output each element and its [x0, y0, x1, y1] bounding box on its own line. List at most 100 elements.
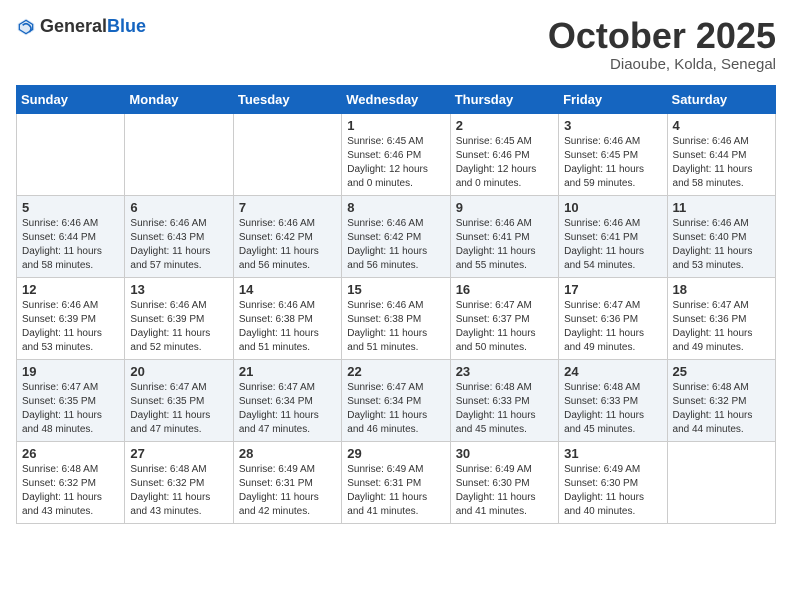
day-info: Sunrise: 6:46 AM Sunset: 6:42 PM Dayligh… [239, 217, 336, 273]
calendar-table: SundayMondayTuesdayWednesdayThursdayFrid… [16, 85, 776, 524]
day-info: Sunrise: 6:46 AM Sunset: 6:38 PM Dayligh… [239, 299, 336, 355]
calendar-cell: 25Sunrise: 6:48 AM Sunset: 6:32 PM Dayli… [667, 359, 775, 441]
day-info: Sunrise: 6:46 AM Sunset: 6:39 PM Dayligh… [22, 299, 119, 355]
calendar-cell: 18 Sunrise: 6:47 AM Sunset: 6:36 PM Dayli… [667, 277, 775, 359]
day-info: Sunrise: 6:49 AM Sunset: 6:31 PM Dayligh… [347, 463, 444, 519]
logo-blue: Blue [107, 16, 146, 36]
logo-general: General [40, 16, 107, 36]
day-info: Sunrise: 6:46 AM Sunset: 6:39 PM Dayligh… [130, 299, 227, 355]
calendar-cell: 27Sunrise: 6:48 AM Sunset: 6:32 PM Dayli… [125, 441, 233, 523]
calendar-cell: 4 Sunrise: 6:46 AM Sunset: 6:44 PM Daylig… [667, 113, 775, 195]
calendar-cell: 23 Sunrise: 6:48 AM Sunset: 6:33 PM Dayli… [450, 359, 558, 441]
day-number: 23 [456, 364, 553, 379]
day-number: 17 [564, 282, 661, 297]
day-number: 10 [564, 200, 661, 215]
day-number: 18 [673, 282, 770, 297]
day-number: 14 [239, 282, 336, 297]
day-info: Sunrise: 6:46 AM Sunset: 6:44 PM Dayligh… [22, 217, 119, 273]
calendar-cell: 13 Sunrise: 6:46 AM Sunset: 6:39 PM Dayli… [125, 277, 233, 359]
day-info: Sunrise: 6:46 AM Sunset: 6:41 PM Dayligh… [564, 217, 661, 273]
calendar-cell: 28 Sunrise: 6:49 AM Sunset: 6:31 PM Dayli… [233, 441, 341, 523]
logo-text: GeneralBlue [40, 16, 146, 37]
calendar-cell: 11 Sunrise: 6:46 AM Sunset: 6:40 PM Dayli… [667, 195, 775, 277]
weekday-header-monday: Monday [125, 85, 233, 113]
calendar-week-1: 1Sunrise: 6:45 AM Sunset: 6:46 PM Daylig… [17, 113, 776, 195]
calendar-cell: 6 Sunrise: 6:46 AM Sunset: 6:43 PM Daylig… [125, 195, 233, 277]
day-info: Sunrise: 6:47 AM Sunset: 6:37 PM Dayligh… [456, 299, 553, 355]
day-number: 21 [239, 364, 336, 379]
day-number: 30 [456, 446, 553, 461]
day-info: Sunrise: 6:45 AM Sunset: 6:46 PM Dayligh… [456, 135, 553, 191]
day-info: Sunrise: 6:46 AM Sunset: 6:44 PM Dayligh… [673, 135, 770, 191]
calendar-cell: 22Sunrise: 6:47 AM Sunset: 6:34 PM Dayli… [342, 359, 450, 441]
day-info: Sunrise: 6:48 AM Sunset: 6:33 PM Dayligh… [564, 381, 661, 437]
weekday-header-sunday: Sunday [17, 85, 125, 113]
calendar-cell: 14 Sunrise: 6:46 AM Sunset: 6:38 PM Dayli… [233, 277, 341, 359]
weekday-header-saturday: Saturday [667, 85, 775, 113]
day-info: Sunrise: 6:47 AM Sunset: 6:34 PM Dayligh… [347, 381, 444, 437]
day-info: Sunrise: 6:46 AM Sunset: 6:38 PM Dayligh… [347, 299, 444, 355]
day-number: 4 [673, 118, 770, 133]
calendar-cell: 26 Sunrise: 6:48 AM Sunset: 6:32 PM Dayli… [17, 441, 125, 523]
day-number: 26 [22, 446, 119, 461]
day-number: 27 [130, 446, 227, 461]
calendar-cell: 15 Sunrise: 6:46 AM Sunset: 6:38 PM Dayli… [342, 277, 450, 359]
day-number: 11 [673, 200, 770, 215]
title-block: October 2025 Diaoube, Kolda, Senegal [548, 16, 776, 73]
location: Diaoube, Kolda, Senegal [548, 56, 776, 73]
calendar-cell [233, 113, 341, 195]
calendar-week-3: 12 Sunrise: 6:46 AM Sunset: 6:39 PM Dayli… [17, 277, 776, 359]
day-info: Sunrise: 6:47 AM Sunset: 6:34 PM Dayligh… [239, 381, 336, 437]
day-info: Sunrise: 6:49 AM Sunset: 6:31 PM Dayligh… [239, 463, 336, 519]
calendar-cell: 5 Sunrise: 6:46 AM Sunset: 6:44 PM Daylig… [17, 195, 125, 277]
calendar-week-4: 19 Sunrise: 6:47 AM Sunset: 6:35 PM Dayli… [17, 359, 776, 441]
day-info: Sunrise: 6:46 AM Sunset: 6:40 PM Dayligh… [673, 217, 770, 273]
calendar-week-2: 5 Sunrise: 6:46 AM Sunset: 6:44 PM Daylig… [17, 195, 776, 277]
calendar-cell [667, 441, 775, 523]
day-number: 15 [347, 282, 444, 297]
day-info: Sunrise: 6:49 AM Sunset: 6:30 PM Dayligh… [456, 463, 553, 519]
day-info: Sunrise: 6:46 AM Sunset: 6:45 PM Dayligh… [564, 135, 661, 191]
day-number: 13 [130, 282, 227, 297]
logo-icon [16, 17, 36, 37]
day-number: 5 [22, 200, 119, 215]
weekday-header-row: SundayMondayTuesdayWednesdayThursdayFrid… [17, 85, 776, 113]
calendar-cell: 9 Sunrise: 6:46 AM Sunset: 6:41 PM Daylig… [450, 195, 558, 277]
day-number: 6 [130, 200, 227, 215]
day-number: 25 [673, 364, 770, 379]
day-info: Sunrise: 6:46 AM Sunset: 6:43 PM Dayligh… [130, 217, 227, 273]
calendar-cell: 20Sunrise: 6:47 AM Sunset: 6:35 PM Dayli… [125, 359, 233, 441]
weekday-header-wednesday: Wednesday [342, 85, 450, 113]
day-info: Sunrise: 6:46 AM Sunset: 6:42 PM Dayligh… [347, 217, 444, 273]
day-info: Sunrise: 6:48 AM Sunset: 6:32 PM Dayligh… [22, 463, 119, 519]
day-number: 28 [239, 446, 336, 461]
calendar-cell: 3 Sunrise: 6:46 AM Sunset: 6:45 PM Daylig… [559, 113, 667, 195]
calendar-cell: 7Sunrise: 6:46 AM Sunset: 6:42 PM Daylig… [233, 195, 341, 277]
calendar-cell [125, 113, 233, 195]
day-number: 3 [564, 118, 661, 133]
page-header: GeneralBlue October 2025 Diaoube, Kolda,… [16, 16, 776, 73]
day-info: Sunrise: 6:48 AM Sunset: 6:33 PM Dayligh… [456, 381, 553, 437]
day-info: Sunrise: 6:46 AM Sunset: 6:41 PM Dayligh… [456, 217, 553, 273]
calendar-cell: 31Sunrise: 6:49 AM Sunset: 6:30 PM Dayli… [559, 441, 667, 523]
calendar-cell [17, 113, 125, 195]
calendar-cell: 30 Sunrise: 6:49 AM Sunset: 6:30 PM Dayli… [450, 441, 558, 523]
weekday-header-friday: Friday [559, 85, 667, 113]
calendar-cell: 1Sunrise: 6:45 AM Sunset: 6:46 PM Daylig… [342, 113, 450, 195]
day-number: 19 [22, 364, 119, 379]
day-info: Sunrise: 6:47 AM Sunset: 6:35 PM Dayligh… [130, 381, 227, 437]
day-number: 16 [456, 282, 553, 297]
day-number: 9 [456, 200, 553, 215]
day-number: 12 [22, 282, 119, 297]
calendar-cell: 12 Sunrise: 6:46 AM Sunset: 6:39 PM Dayli… [17, 277, 125, 359]
calendar-cell: 2Sunrise: 6:45 AM Sunset: 6:46 PM Daylig… [450, 113, 558, 195]
calendar-cell: 16 Sunrise: 6:47 AM Sunset: 6:37 PM Dayli… [450, 277, 558, 359]
day-number: 31 [564, 446, 661, 461]
logo: GeneralBlue [16, 16, 146, 37]
day-number: 8 [347, 200, 444, 215]
calendar-cell: 8 Sunrise: 6:46 AM Sunset: 6:42 PM Daylig… [342, 195, 450, 277]
weekday-header-thursday: Thursday [450, 85, 558, 113]
weekday-header-tuesday: Tuesday [233, 85, 341, 113]
day-info: Sunrise: 6:47 AM Sunset: 6:36 PM Dayligh… [673, 299, 770, 355]
calendar-cell: 24Sunrise: 6:48 AM Sunset: 6:33 PM Dayli… [559, 359, 667, 441]
